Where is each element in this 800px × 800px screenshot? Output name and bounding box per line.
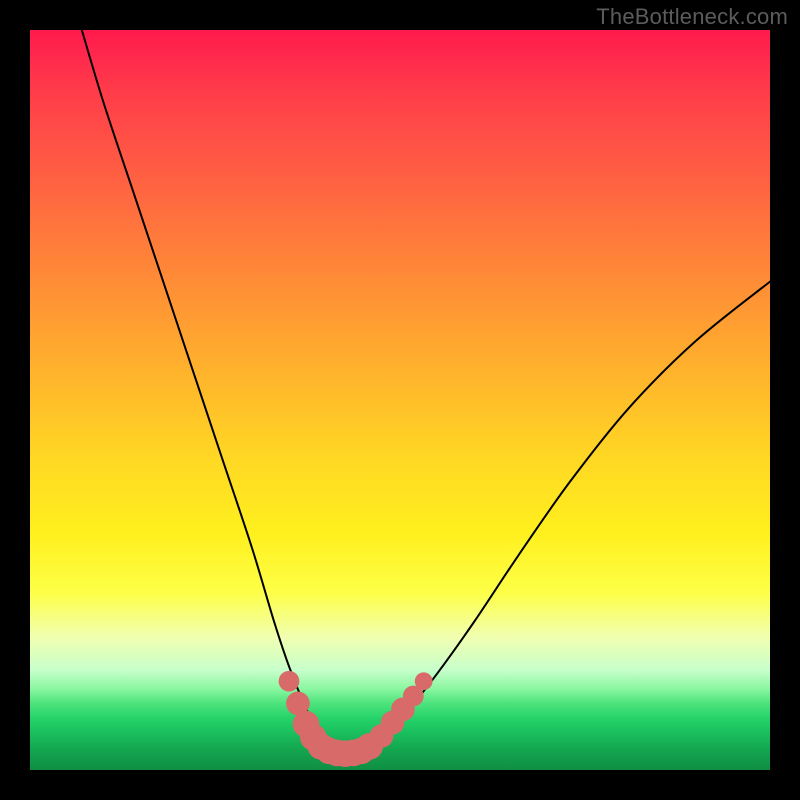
chart-frame: TheBottleneck.com [0,0,800,800]
bottleneck-curve [82,30,770,749]
plot-area [30,30,770,770]
marker-dot [279,671,300,692]
marker-group [279,671,433,767]
chart-svg [30,30,770,770]
watermark-text: TheBottleneck.com [596,4,788,30]
marker-dot [415,672,433,690]
